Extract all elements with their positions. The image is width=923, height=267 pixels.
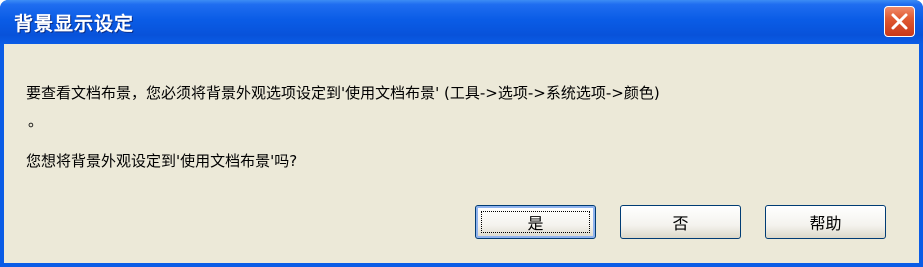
question-text: 您想将背景外观设定到'使用文档布景'吗?	[26, 152, 298, 170]
dialog-body: 要查看文档布景，您必须将背景外观选项设定到'使用文档布景' (工具->选项->系…	[4, 44, 919, 263]
title-bar[interactable]: 背景显示设定	[0, 0, 923, 44]
no-button-label: 否	[672, 214, 689, 233]
message-text-continuation: 。	[28, 112, 44, 130]
no-button[interactable]: 否	[620, 205, 741, 239]
help-button[interactable]: 帮助	[765, 205, 886, 239]
dialog-window: 背景显示设定 要查看文档布景，您必须将背景外观选项设定到'使用文档布景' (工具…	[0, 0, 923, 267]
message-text: 要查看文档布景，您必须将背景外观选项设定到'使用文档布景' (工具->选项->系…	[26, 84, 660, 102]
close-button[interactable]	[884, 6, 915, 37]
window-frame-bottom	[0, 263, 923, 267]
window-frame-right	[919, 44, 923, 267]
close-icon	[891, 13, 908, 30]
help-button-label: 帮助	[809, 214, 842, 233]
window-title: 背景显示设定	[14, 13, 135, 35]
focus-ring	[481, 211, 590, 233]
yes-button[interactable]: 是	[475, 205, 596, 239]
